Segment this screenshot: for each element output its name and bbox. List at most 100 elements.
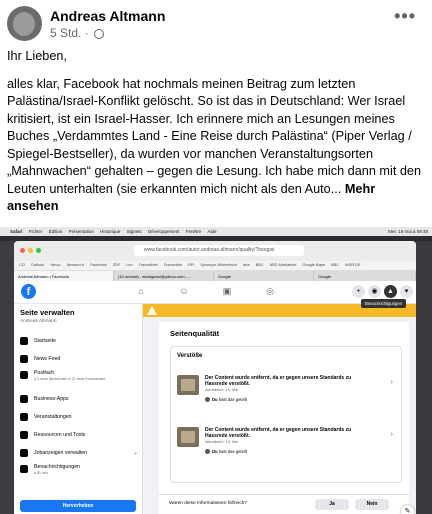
shared-by-text: hast das geteilt [217,449,247,454]
tab-google[interactable]: Google [214,271,314,281]
chevron-right-icon[interactable]: › [391,379,393,386]
violation-item[interactable]: Der Content wurde entfernt, da er gegen … [177,425,395,465]
more-dots-icon[interactable]: ••• [394,6,416,27]
page-quality-content: Seitenqualität Verstöße Der Content wurd… [159,322,409,514]
bookmark[interactable]: Google Maps [303,263,326,267]
apps-icon [20,395,28,403]
violation-date: Aktualisiert: 19. Mai [205,388,239,392]
sidebar-item-news-feed[interactable]: News Feed [20,352,138,366]
resources-icon [20,431,28,439]
bookmark[interactable]: Yahoo [50,263,61,267]
bookmark[interactable]: ARD-Mediathek [270,263,297,267]
browser-toolbar: www.facebook.com/autor.andreas.altmann/q… [14,241,416,261]
maximize-icon[interactable] [36,248,41,253]
tab-mail[interactable]: (10 unread) - aboriganol@yahoo.com -… [114,271,214,281]
menu-item: Safari [10,229,23,234]
sidebar-title: Seite verwalten [20,308,75,317]
sidebar-item-benachrichtigungen[interactable]: Benachrichtigungen ● 81 neu [20,462,138,482]
bookmark[interactable]: arte [243,263,250,267]
greeting: Ihr Lieben, [7,49,67,63]
bookmark[interactable]: Amazon.fr [67,263,84,267]
post-text: Ihr Lieben, alles klar, Facebook hat noc… [7,48,425,226]
violation-item[interactable]: Der Content wurde entfernt, da er gegen … [177,373,395,413]
menubar-clock: Mer. 19 mai à 08:49 [388,229,428,234]
bookmark[interactable]: Francetrifo [164,263,182,267]
home-icon[interactable]: ⌂ [134,286,148,298]
post-header: Andreas Altmann 5 Std. · ••• [0,0,432,42]
avatar [205,397,210,402]
bookmarks-bar: CO Outlook Yahoo Amazon.fr Facebook ZDF … [14,261,416,270]
chevron-right-icon[interactable]: › [391,431,393,438]
bookmark[interactable]: ZDF [113,263,120,267]
facebook-navbar: f ⌂ ☺ ▣ ◎ + ◉ ▲ ▾ Benachrichtigungen [14,281,416,308]
sidebar-item-ressourcen[interactable]: Ressourcen und Tools [20,428,138,442]
bookmark[interactable]: Synonym-Wörterbuch [200,263,237,267]
post-body: alles klar, Facebook hat nochmals meinen… [7,76,425,216]
no-button[interactable]: Nein [355,499,389,510]
bell-icon [20,465,28,473]
post-time[interactable]: 5 Std. · [50,26,89,40]
bookmark[interactable]: BBC [331,263,339,267]
bookmark[interactable]: Outlook [31,263,44,267]
menu-item: Développement [147,229,180,234]
tab-bar: Andreas Altmann | Facebook (10 unread) -… [14,270,416,281]
sidebar-item-jobanzeigen[interactable]: Jobanzeigen verwalten ⌄ [20,446,138,460]
author-name[interactable]: Andreas Altmann [50,8,165,24]
menu-item: Aide [207,229,217,234]
bookmark[interactable]: WDR.DE [345,263,360,267]
feedback-row: Waren diese Informationen hilfreich? Ja … [159,494,409,514]
post-body-text: alles klar, Facebook hat nochmals meinen… [7,76,422,196]
page-quality-main: Seitenqualität Verstöße Der Content wurd… [143,304,416,514]
friends-icon[interactable]: ☺ [177,286,191,298]
chevron-down-icon[interactable]: ▾ [400,285,413,298]
groups-icon[interactable]: ◎ [263,286,277,298]
violations-title: Verstöße [177,353,203,359]
shared-by: Du hast das geteilt [205,397,247,402]
bookmark[interactable]: RFI [188,263,194,267]
feedback-question: Waren diese Informationen hilfreich? [169,501,247,506]
yes-button[interactable]: Ja [315,499,349,510]
sidebar-item-startseite[interactable]: Startseite [20,334,138,348]
post-meta: 5 Std. · [50,26,105,40]
bookmark[interactable]: CO [19,263,25,267]
bookmark[interactable]: Facebook [90,263,107,267]
facebook-logo-icon[interactable]: f [21,284,36,299]
sidebar-item-postfach[interactable]: Postfach ● 4 neue Nachrichten & 21 neue K… [20,368,138,388]
sidebar-item-business-apps[interactable]: Business-Apps [20,392,138,406]
bell-icon[interactable]: ▲ [384,285,397,298]
sidebar-item-label: Ressourcen und Tools [34,432,86,438]
menu-item: Fichier [28,229,43,234]
sidebar-item-veranstaltungen[interactable]: Veranstaltungen [20,410,138,424]
address-bar[interactable]: www.facebook.com/autor.andreas.altmann/q… [134,245,304,256]
menu-item: Signets [126,229,142,234]
bookmark[interactable]: Francethier [139,263,158,267]
close-icon[interactable] [20,248,25,253]
bookmark[interactable]: BBC [256,263,264,267]
violation-text: Der Content wurde entfernt, da er gegen … [205,375,352,387]
sidebar-page-name[interactable]: Andreas Altmann [20,319,57,324]
minimize-icon[interactable] [28,248,33,253]
chevron-down-icon: ⌄ [132,450,138,456]
plus-icon[interactable]: + [352,285,365,298]
calendar-icon [20,413,28,421]
messenger-icon[interactable]: ◉ [368,285,381,298]
sidebar-item-sub: ● 81 neu [34,471,48,475]
promote-button[interactable]: Hervorheben [20,500,136,512]
embedded-screenshot[interactable]: Safari Fichier Édition Présentation Hist… [0,227,432,514]
post-thumbnail [177,375,199,395]
shared-by-text: hast das geteilt [217,397,247,402]
tab-facebook[interactable]: Andreas Altmann | Facebook [14,271,114,281]
compose-icon[interactable]: ✎ [401,505,414,514]
post-thumbnail [177,427,199,447]
mac-menubar: Safari Fichier Édition Présentation Hist… [0,227,432,236]
menu-item: Présentation [68,229,94,234]
watch-icon[interactable]: ▣ [220,286,234,298]
finder-strip [0,241,14,514]
warning-icon [147,306,157,315]
tab-google-2[interactable]: Google [314,271,416,281]
avatar[interactable] [7,6,42,41]
notifications-tooltip: Benachrichtigungen [360,299,406,308]
briefcase-icon [20,449,28,457]
news-feed-icon [20,355,28,363]
bookmark[interactable]: Leo [126,263,132,267]
